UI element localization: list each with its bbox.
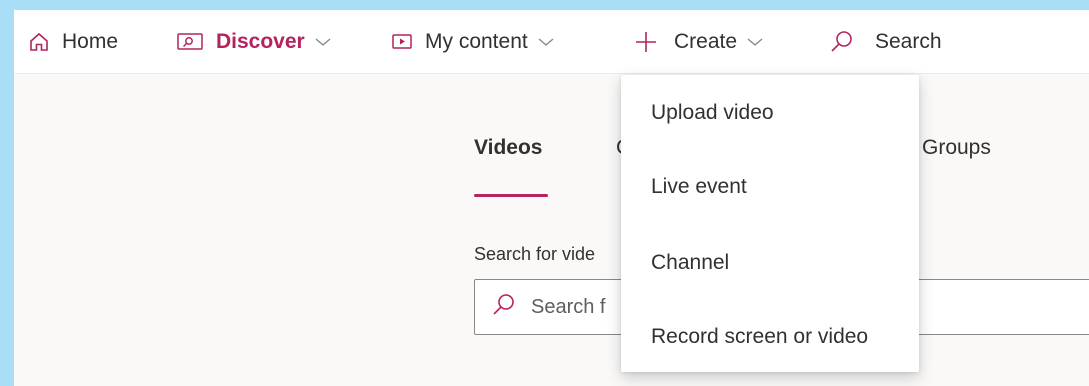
home-icon: [28, 31, 50, 53]
menu-item-upload-video[interactable]: Upload video: [621, 85, 919, 141]
nav-create[interactable]: Create: [634, 10, 763, 74]
tab-groups-label: Groups: [922, 136, 991, 159]
nav-search-label: Search: [875, 30, 942, 53]
nav-home[interactable]: Home: [28, 10, 118, 74]
video-search-label: Search for vide: [474, 244, 596, 264]
menu-item-label: Upload video: [651, 101, 774, 124]
menu-item-record-screen-or-video[interactable]: Record screen or video: [621, 309, 919, 365]
create-dropdown-menu: Upload video Live event Channel Record s…: [621, 75, 919, 372]
search-icon: [475, 292, 517, 323]
active-tab-indicator: [474, 194, 548, 197]
menu-item-channel[interactable]: Channel: [621, 235, 919, 291]
top-navigation-bar: Home Discover My content Create Search: [14, 10, 1089, 74]
tab-videos[interactable]: Videos: [474, 136, 548, 197]
menu-item-label: Live event: [651, 175, 747, 198]
chevron-down-icon: [747, 37, 763, 47]
nav-search[interactable]: Search: [829, 10, 942, 74]
menu-item-live-event[interactable]: Live event: [621, 159, 919, 215]
menu-item-label: Channel: [651, 251, 730, 274]
app-window: Home Discover My content Create Search V…: [14, 10, 1089, 386]
search-icon: [829, 29, 855, 55]
nav-discover-label: Discover: [216, 30, 305, 53]
nav-my-content[interactable]: My content: [391, 10, 554, 74]
video-icon: [391, 33, 413, 51]
chevron-down-icon: [538, 37, 554, 47]
nav-discover[interactable]: Discover: [176, 10, 331, 74]
tab-videos-label: Videos: [474, 136, 543, 159]
nav-my-content-label: My content: [425, 30, 528, 53]
menu-item-label: Record screen or video: [651, 325, 869, 348]
discover-icon: [176, 31, 204, 53]
plus-icon: [634, 30, 658, 54]
nav-home-label: Home: [62, 30, 119, 53]
chevron-down-icon: [315, 37, 331, 47]
nav-create-label: Create: [674, 30, 738, 53]
tab-groups[interactable]: Groups: [922, 136, 991, 160]
